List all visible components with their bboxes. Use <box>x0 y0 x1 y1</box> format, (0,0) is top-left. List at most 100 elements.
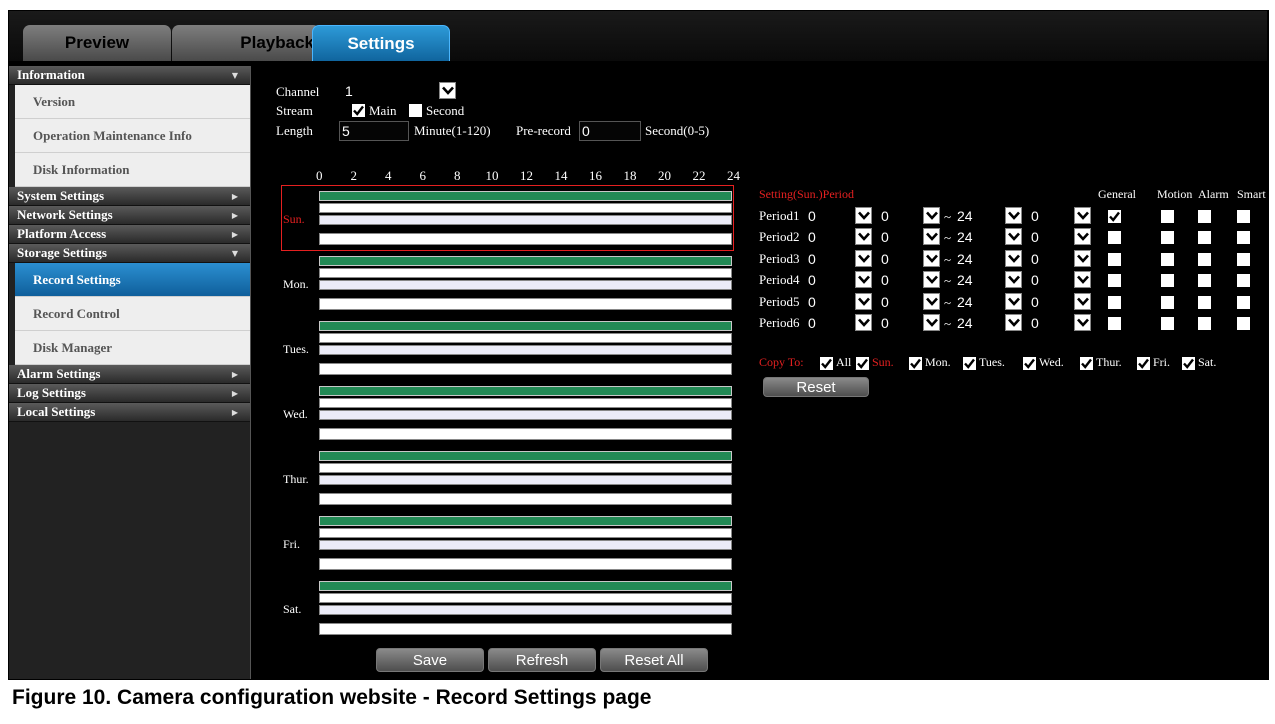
copy-to-sun-checkbox[interactable] <box>856 357 869 370</box>
period-smart-checkbox[interactable] <box>1237 210 1250 223</box>
sidebar-section-information[interactable]: Information ▼ <box>9 66 250 85</box>
period-start-min-select[interactable]: 0 <box>878 249 923 268</box>
period-general-checkbox[interactable] <box>1108 231 1121 245</box>
period-general-checkbox[interactable] <box>1108 210 1121 223</box>
period-motion-checkbox[interactable] <box>1161 231 1174 245</box>
sidebar-item-record-control[interactable]: Record Control <box>15 297 250 331</box>
period-alarm-checkbox[interactable] <box>1198 210 1211 223</box>
copy-to-fri-checkbox[interactable] <box>1137 357 1150 370</box>
sidebar-item-version[interactable]: Version <box>15 85 250 119</box>
copy-to-wed-checkbox[interactable] <box>1023 357 1036 370</box>
chevron-down-icon[interactable] <box>1074 271 1091 289</box>
period-start-hour-select[interactable]: 0 <box>805 292 855 311</box>
chevron-down-icon[interactable] <box>923 228 940 246</box>
chevron-down-icon[interactable] <box>1074 228 1091 246</box>
period-general-checkbox[interactable] <box>1108 274 1121 288</box>
chevron-down-icon[interactable] <box>855 207 872 224</box>
schedule-day-mon[interactable]: Mon. <box>282 251 733 315</box>
period-start-min-select[interactable]: 0 <box>878 271 923 290</box>
sidebar-item-disk-information[interactable]: Disk Information <box>15 153 250 187</box>
prerecord-input[interactable]: 0 <box>579 121 641 141</box>
stream-main-checkbox[interactable] <box>352 104 365 117</box>
chevron-down-icon[interactable] <box>923 314 940 331</box>
copy-to-mon-checkbox[interactable] <box>909 357 922 370</box>
sidebar-section-platform-access[interactable]: Platform Access ▶ <box>9 225 250 244</box>
period-end-min-select[interactable]: 0 <box>1028 249 1074 268</box>
period-end-hour-select[interactable]: 24 <box>954 228 1005 247</box>
copy-to-sat-checkbox[interactable] <box>1182 357 1195 370</box>
chevron-down-icon[interactable] <box>1005 207 1022 224</box>
sidebar-item-disk-manager[interactable]: Disk Manager <box>15 331 250 365</box>
sidebar-section-network-settings[interactable]: Network Settings ▶ <box>9 206 250 225</box>
chevron-down-icon[interactable] <box>855 228 872 246</box>
chevron-down-icon[interactable] <box>1074 249 1091 267</box>
period-general-checkbox[interactable] <box>1108 317 1121 330</box>
channel-select[interactable]: 1 <box>342 82 434 100</box>
chevron-down-icon[interactable] <box>1074 292 1091 310</box>
chevron-down-icon[interactable] <box>923 207 940 224</box>
schedule-day-fri[interactable]: Fri. <box>282 511 733 575</box>
chevron-down-icon[interactable] <box>1005 292 1022 310</box>
copy-to-thur-checkbox[interactable] <box>1080 357 1093 370</box>
chevron-down-icon[interactable] <box>923 249 940 267</box>
period-smart-checkbox[interactable] <box>1237 252 1250 266</box>
period-end-min-select[interactable]: 0 <box>1028 271 1074 290</box>
schedule-day-sun[interactable]: Sun. <box>281 185 734 251</box>
period-alarm-checkbox[interactable] <box>1198 274 1211 288</box>
reset-all-button[interactable]: Reset All <box>600 648 708 672</box>
period-end-hour-select[interactable]: 24 <box>954 314 1005 332</box>
period-motion-checkbox[interactable] <box>1161 317 1174 330</box>
chevron-down-icon[interactable] <box>855 271 872 289</box>
reset-button[interactable]: Reset <box>763 377 869 397</box>
period-smart-checkbox[interactable] <box>1237 231 1250 245</box>
period-smart-checkbox[interactable] <box>1237 274 1250 288</box>
chevron-down-icon[interactable] <box>923 292 940 310</box>
period-general-checkbox[interactable] <box>1108 252 1121 266</box>
schedule-day-tues[interactable]: Tues. <box>282 316 733 380</box>
chevron-down-icon[interactable] <box>1005 271 1022 289</box>
copy-to-all-checkbox[interactable] <box>820 357 833 370</box>
period-start-hour-select[interactable]: 0 <box>805 228 855 247</box>
period-alarm-checkbox[interactable] <box>1198 252 1211 266</box>
chevron-down-icon[interactable] <box>1074 207 1091 224</box>
period-motion-checkbox[interactable] <box>1161 210 1174 223</box>
period-smart-checkbox[interactable] <box>1237 295 1250 309</box>
chevron-down-icon[interactable] <box>923 271 940 289</box>
period-start-hour-select[interactable]: 0 <box>805 249 855 268</box>
period-alarm-checkbox[interactable] <box>1198 295 1211 309</box>
period-smart-checkbox[interactable] <box>1237 317 1250 330</box>
period-motion-checkbox[interactable] <box>1161 252 1174 266</box>
period-start-min-select[interactable]: 0 <box>878 314 923 332</box>
period-end-hour-select[interactable]: 24 <box>954 207 1005 225</box>
chevron-down-icon[interactable] <box>855 292 872 310</box>
period-alarm-checkbox[interactable] <box>1198 231 1211 245</box>
period-start-min-select[interactable]: 0 <box>878 292 923 311</box>
period-end-hour-select[interactable]: 24 <box>954 249 1005 268</box>
period-end-hour-select[interactable]: 24 <box>954 271 1005 290</box>
sidebar-section-alarm-settings[interactable]: Alarm Settings ▶ <box>9 365 250 384</box>
tab-preview[interactable]: Preview <box>23 25 171 61</box>
chevron-down-icon[interactable] <box>855 314 872 331</box>
period-motion-checkbox[interactable] <box>1161 274 1174 288</box>
length-input[interactable]: 5 <box>339 121 409 141</box>
sidebar-section-system-settings[interactable]: System Settings ▶ <box>9 187 250 206</box>
sidebar-item-record-settings[interactable]: Record Settings <box>15 263 250 297</box>
period-end-min-select[interactable]: 0 <box>1028 292 1074 311</box>
chevron-down-icon[interactable] <box>439 82 456 99</box>
period-start-hour-select[interactable]: 0 <box>805 207 855 225</box>
chevron-down-icon[interactable] <box>1005 249 1022 267</box>
chevron-down-icon[interactable] <box>1074 314 1091 331</box>
sidebar-section-log-settings[interactable]: Log Settings ▶ <box>9 384 250 403</box>
tab-playback[interactable]: Playback <box>172 25 320 61</box>
copy-to-tues-checkbox[interactable] <box>963 357 976 370</box>
period-start-min-select[interactable]: 0 <box>878 207 923 225</box>
tab-settings[interactable]: Settings <box>312 25 450 61</box>
period-general-checkbox[interactable] <box>1108 295 1121 309</box>
period-end-hour-select[interactable]: 24 <box>954 292 1005 311</box>
schedule-day-wed[interactable]: Wed. <box>282 381 733 445</box>
schedule-day-sat[interactable]: Sat. <box>282 576 733 640</box>
refresh-button[interactable]: Refresh <box>488 648 596 672</box>
sidebar-section-storage-settings[interactable]: Storage Settings ▼ <box>9 244 250 263</box>
chevron-down-icon[interactable] <box>855 249 872 267</box>
period-motion-checkbox[interactable] <box>1161 295 1174 309</box>
